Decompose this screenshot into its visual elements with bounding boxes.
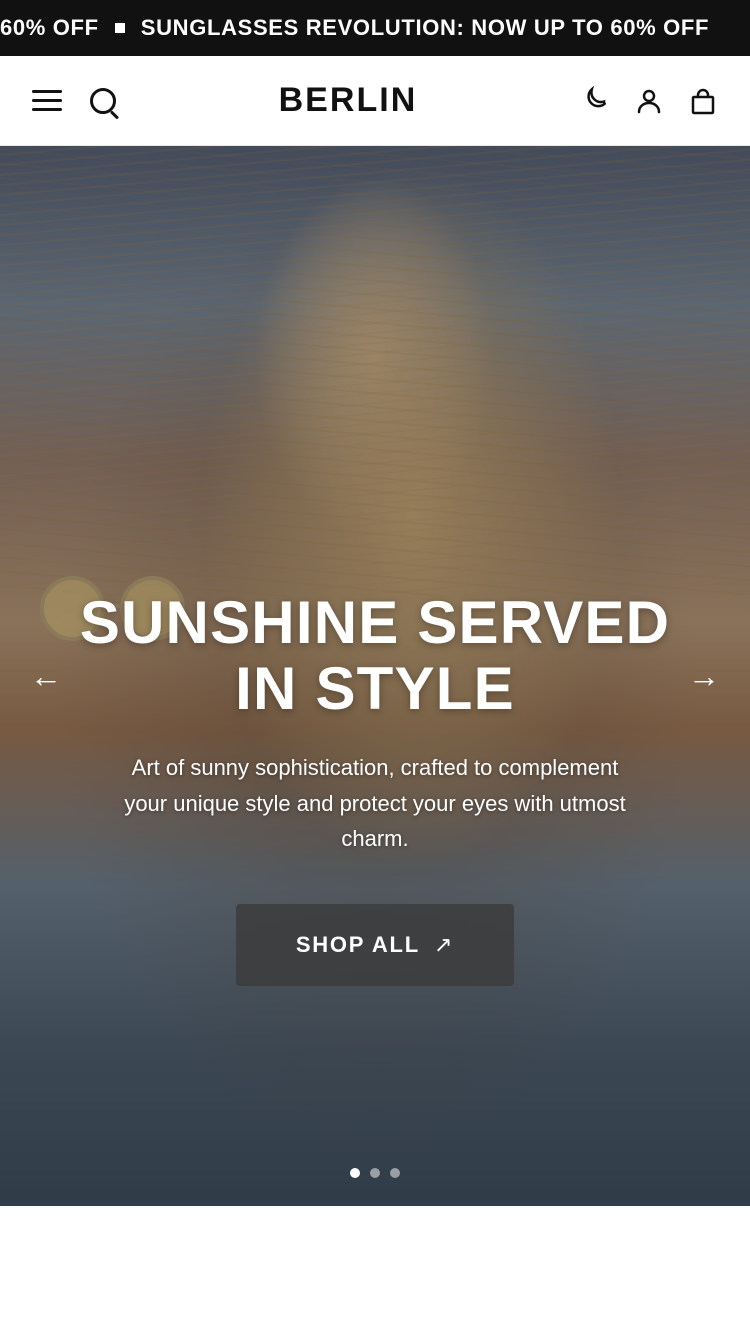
announcement-text: 60% OFF SUNGLASSES REVOLUTION: NOW UP TO… xyxy=(0,15,750,41)
header-right xyxy=(580,86,718,116)
hero-title: SUNSHINE SERVED IN STYLE xyxy=(40,590,710,722)
bag-icon[interactable] xyxy=(688,86,718,116)
carousel-dot-2[interactable] xyxy=(370,1168,380,1178)
hero-subtitle: Art of sunny sophistication, crafted to … xyxy=(115,750,635,856)
user-icon[interactable] xyxy=(634,86,664,116)
announcement-label-1: 60% OFF xyxy=(0,15,99,41)
carousel-prev-button[interactable]: ← xyxy=(16,646,76,706)
carousel-next-button[interactable]: → xyxy=(674,646,734,706)
shop-all-button[interactable]: SHOP ALL ↗ xyxy=(236,904,514,986)
darkmode-icon[interactable] xyxy=(580,86,610,116)
menu-icon[interactable] xyxy=(32,90,62,111)
hero-content: SUNSHINE SERVED IN STYLE Art of sunny so… xyxy=(0,590,750,986)
carousel-dots xyxy=(0,1168,750,1178)
carousel-dot-1[interactable] xyxy=(350,1168,360,1178)
search-icon[interactable] xyxy=(90,88,116,114)
announcement-label-2: SUNGLASSES REVOLUTION: NOW UP TO 60% OFF xyxy=(141,15,709,41)
announcement-dot-1 xyxy=(115,23,125,33)
announcement-bar: 60% OFF SUNGLASSES REVOLUTION: NOW UP TO… xyxy=(0,0,750,56)
shop-all-label: SHOP ALL xyxy=(296,932,420,958)
hero-section: ← → SUNSHINE SERVED IN STYLE Art of sunn… xyxy=(0,146,750,1206)
header: BERLIN xyxy=(0,56,750,146)
carousel-dot-3[interactable] xyxy=(390,1168,400,1178)
brand-logo[interactable]: BERLIN xyxy=(279,81,418,120)
header-left xyxy=(32,88,116,114)
shop-all-arrow: ↗ xyxy=(434,932,454,958)
